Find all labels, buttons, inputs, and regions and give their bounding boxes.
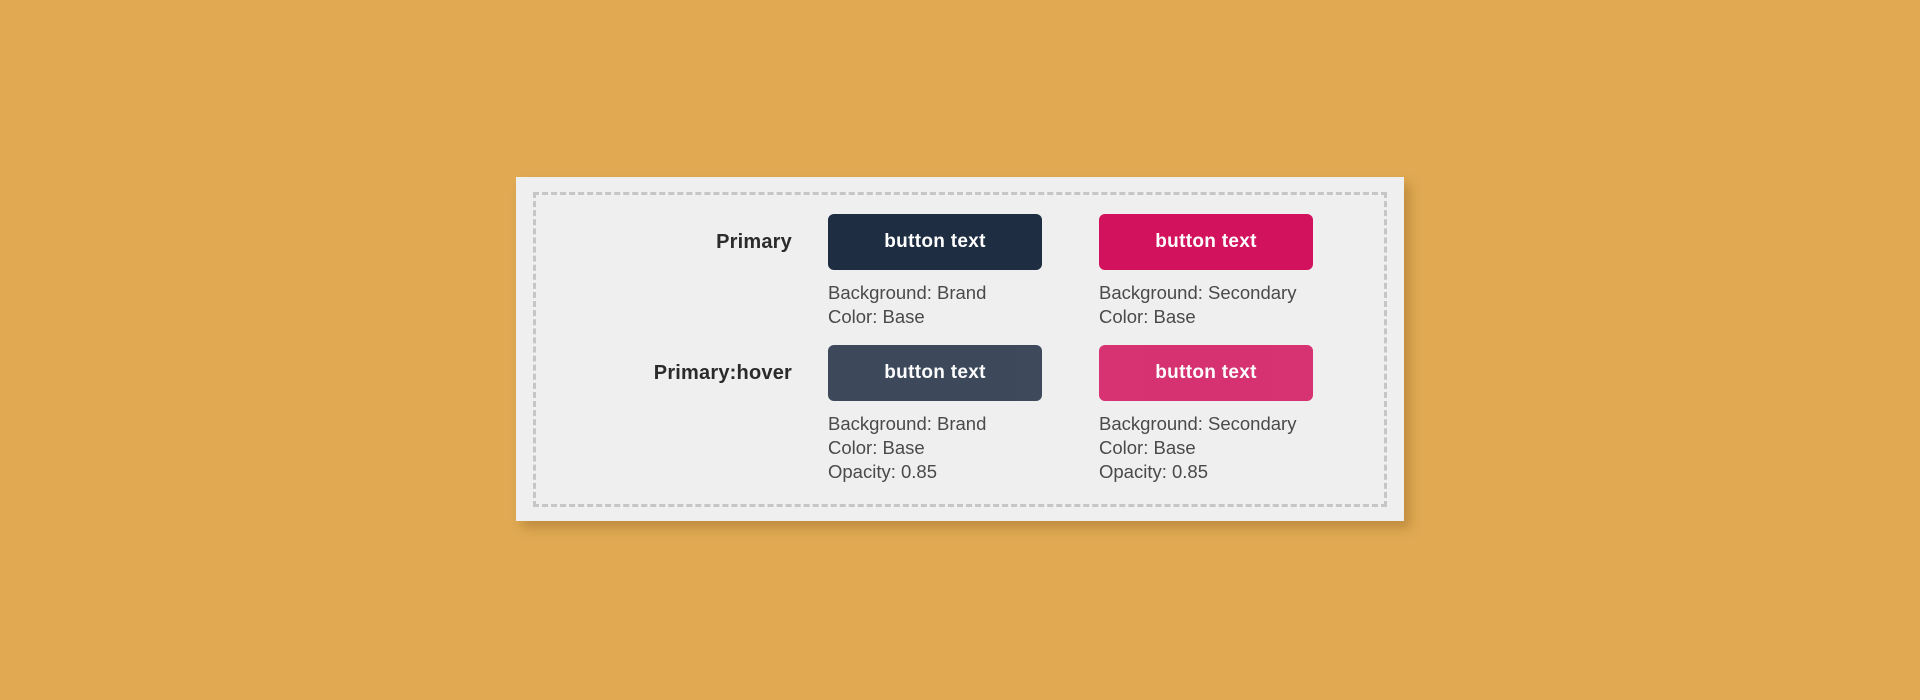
button-spec-card: Primary button text Background: Brand Co… — [516, 177, 1404, 521]
primary-brand-spec: Background: Brand Color: Base — [828, 281, 1042, 329]
spec-color: Color: Base — [828, 437, 925, 458]
primary-hover-secondary-button[interactable]: button text — [1099, 345, 1313, 401]
spec-background: Background: Secondary — [1099, 282, 1297, 303]
spec-background: Background: Brand — [828, 413, 987, 434]
spec-background: Background: Brand — [828, 282, 987, 303]
primary-secondary-button[interactable]: button text — [1099, 214, 1313, 270]
state-label-primary: Primary — [716, 231, 792, 253]
spec-color: Color: Base — [1099, 306, 1196, 327]
spec-opacity: Opacity: 0.85 — [828, 461, 938, 482]
variant-row-primary-hover: Primary:hover button text Background: Br… — [516, 345, 1404, 484]
hover-brand-spec: Background: Brand Color: Base Opacity: 0… — [828, 412, 1042, 484]
variant-cell-primary-brand: button text Background: Brand Color: Bas… — [828, 214, 1042, 329]
spec-color: Color: Base — [1099, 437, 1196, 458]
variant-cell-primary-secondary: button text Background: Secondary Color:… — [1099, 214, 1313, 329]
state-label-primary-hover: Primary:hover — [653, 362, 792, 384]
button-variants-grid: Primary button text Background: Brand Co… — [516, 177, 1404, 521]
primary-hover-brand-button[interactable]: button text — [828, 345, 1042, 401]
variant-cell-hover-brand: button text Background: Brand Color: Bas… — [828, 345, 1042, 484]
variant-cell-hover-secondary: button text Background: Secondary Color:… — [1099, 345, 1313, 484]
hover-secondary-spec: Background: Secondary Color: Base Opacit… — [1099, 412, 1313, 484]
spec-color: Color: Base — [828, 306, 925, 327]
spec-opacity: Opacity: 0.85 — [1099, 461, 1209, 482]
primary-secondary-spec: Background: Secondary Color: Base — [1099, 281, 1313, 329]
primary-brand-button[interactable]: button text — [828, 214, 1042, 270]
variant-row-primary: Primary button text Background: Brand Co… — [516, 214, 1404, 329]
spec-background: Background: Secondary — [1099, 413, 1297, 434]
